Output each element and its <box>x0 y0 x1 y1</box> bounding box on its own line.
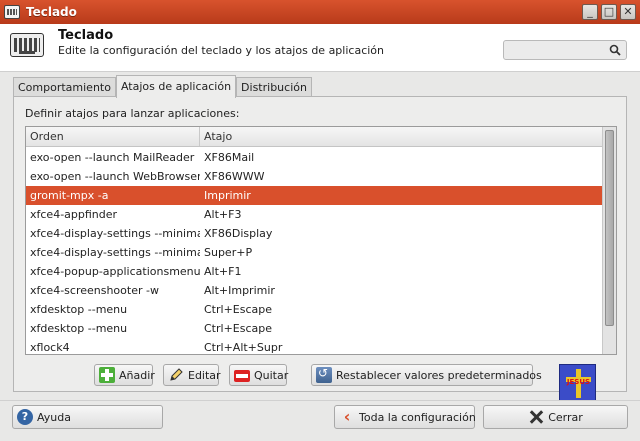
window-titlebar[interactable]: Teclado _ □ ✕ <box>0 0 640 24</box>
keyboard-icon <box>10 33 44 57</box>
row-shortcut: Alt+F3 <box>204 208 242 221</box>
table-row[interactable]: xfce4-display-settings --minimal XF86Disp… <box>26 224 604 243</box>
search-box[interactable] <box>503 40 627 60</box>
row-shortcut: Ctrl+Escape <box>204 303 273 316</box>
row-command: gromit-mpx -a <box>30 189 109 202</box>
table-header: Orden Atajo <box>26 127 616 147</box>
row-command: xfce4-display-settings --minimal <box>30 227 200 240</box>
close-button-label: Cerrar <box>548 410 583 424</box>
table-row[interactable]: exo-open --launch MailReader XF86Mail <box>26 148 604 167</box>
row-shortcut: Ctrl+Escape <box>204 322 273 335</box>
window-title: Teclado <box>26 5 77 19</box>
minimize-button[interactable]: _ <box>582 4 598 20</box>
row-command: xfce4-appfinder <box>30 208 118 221</box>
all-settings-label: Toda la configuración <box>359 410 476 424</box>
row-shortcut: Imprimir <box>204 189 251 202</box>
all-settings-button[interactable]: ‹ Toda la configuración <box>334 405 476 429</box>
reset-defaults-button[interactable]: Restablecer valores predeterminados <box>311 364 542 386</box>
maximize-button[interactable]: □ <box>601 4 617 20</box>
row-shortcut: Super+P <box>204 246 253 259</box>
badge-text: JESUS <box>566 378 591 386</box>
reset-button-label: Restablecer valores predeterminados <box>336 368 542 382</box>
search-icon[interactable] <box>609 44 621 56</box>
close-x-icon <box>528 409 544 425</box>
jesus-cross-badge-image: JESUS <box>559 364 596 401</box>
back-arrow-icon: ‹ <box>343 407 351 426</box>
window-controls: _ □ ✕ <box>582 4 636 20</box>
table-row[interactable]: xfce4-screenshooter -w Alt+Imprimir <box>26 281 604 300</box>
table-row-selected[interactable]: gromit-mpx -a Imprimir <box>26 186 604 205</box>
column-header-atajo[interactable]: Atajo <box>200 127 232 146</box>
edit-button[interactable]: Editar <box>163 364 221 386</box>
shortcuts-panel: Definir atajos para lanzar aplicaciones:… <box>13 96 627 392</box>
row-shortcut: Ctrl+Alt+Supr <box>204 341 283 354</box>
close-window-button[interactable]: ✕ <box>620 4 636 20</box>
table-row[interactable]: xfce4-appfinder Alt+F3 <box>26 205 604 224</box>
table-row[interactable]: xflock4 Ctrl+Alt+Supr <box>26 338 604 354</box>
row-command: xfce4-screenshooter -w <box>30 284 159 297</box>
column-header-orden[interactable]: Orden <box>26 127 200 146</box>
tab-distribucion[interactable]: Distribución <box>236 77 312 98</box>
header-subtitle: Edite la configuración del teclado y los… <box>58 44 384 57</box>
row-shortcut: XF86Display <box>204 227 273 240</box>
footer-separator <box>0 400 640 401</box>
add-icon <box>99 367 115 383</box>
row-shortcut: Alt+F1 <box>204 265 242 278</box>
shortcuts-table: Orden Atajo exo-open --launch MailReader… <box>25 126 617 355</box>
edit-pencil-icon <box>170 368 183 381</box>
row-shortcut: Alt+Imprimir <box>204 284 275 297</box>
tab-bar: Comportamiento Atajos de aplicación Dist… <box>13 75 312 98</box>
table-row[interactable]: xfce4-display-settings --minimal Super+P <box>26 243 604 262</box>
remove-button-label: Quitar <box>254 368 289 382</box>
row-command: xflock4 <box>30 341 70 354</box>
dialog-header: Teclado Edite la configuración del tecla… <box>0 24 640 72</box>
table-scrollbar[interactable] <box>602 127 616 354</box>
close-button[interactable]: Cerrar <box>483 405 628 429</box>
row-command: xfce4-display-settings --minimal <box>30 246 200 259</box>
row-command: xfdesktop --menu <box>30 322 128 335</box>
edit-button-label: Editar <box>188 368 221 382</box>
row-command: exo-open --launch MailReader <box>30 151 195 164</box>
table-row[interactable]: xfce4-popup-applicationsmenu Alt+F1 <box>26 262 604 281</box>
tab-atajos-de-aplicacion[interactable]: Atajos de aplicación <box>115 75 237 98</box>
search-input[interactable] <box>508 41 608 59</box>
help-button[interactable]: ? Ayuda <box>12 405 163 429</box>
table-row[interactable]: xfdesktop --menu Ctrl+Escape <box>26 300 604 319</box>
row-command: xfce4-popup-applicationsmenu <box>30 265 200 278</box>
row-shortcut: XF86WWW <box>204 170 265 183</box>
add-button[interactable]: Añadir <box>94 364 155 386</box>
header-title: Teclado <box>58 28 114 43</box>
shortcuts-label: Definir atajos para lanzar aplicaciones: <box>25 107 240 120</box>
table-row[interactable]: xfdesktop --menu Ctrl+Escape <box>26 319 604 338</box>
scrollbar-thumb[interactable] <box>605 130 614 326</box>
row-command: xfdesktop --menu <box>30 303 128 316</box>
table-rows: exo-open --launch MailReader XF86Mail exo… <box>26 148 604 354</box>
remove-button[interactable]: Quitar <box>229 364 289 386</box>
row-shortcut: XF86Mail <box>204 151 255 164</box>
add-button-label: Añadir <box>119 368 155 382</box>
help-button-label: Ayuda <box>37 410 71 424</box>
reset-icon <box>316 366 332 383</box>
keyboard-app-icon <box>4 5 20 19</box>
help-icon: ? <box>17 409 33 425</box>
remove-icon <box>234 370 250 382</box>
tab-comportamiento[interactable]: Comportamiento <box>13 77 116 98</box>
row-command: exo-open --launch WebBrowser <box>30 170 200 183</box>
table-row[interactable]: exo-open --launch WebBrowser XF86WWW <box>26 167 604 186</box>
